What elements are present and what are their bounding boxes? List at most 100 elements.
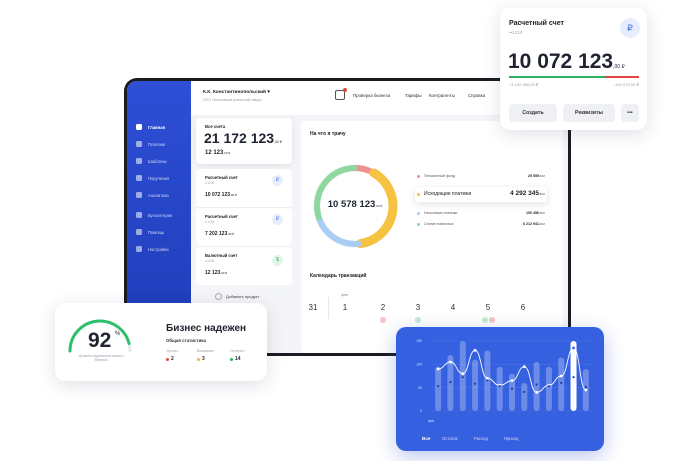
calendar-day[interactable]: 1 [337, 303, 353, 312]
add-icon[interactable] [215, 293, 222, 300]
chart-point[interactable] [572, 346, 575, 350]
calendar-day[interactable]: 4 [445, 303, 461, 312]
amount-value: 10 072 123 [205, 192, 231, 198]
chart-point[interactable] [572, 376, 575, 379]
calendar-day[interactable]: 5 [480, 303, 496, 312]
amount-cents: ,00 $ [220, 271, 227, 275]
account-item[interactable]: Расчетный счет ••1234 7 202 123,00 ₽ ₽ [196, 208, 292, 246]
nav-help[interactable]: Справка [468, 93, 485, 98]
chart-point[interactable] [436, 367, 440, 371]
chart-point[interactable] [510, 379, 514, 383]
sidebar-item-home[interactable]: Главная [136, 121, 165, 133]
chart-point[interactable] [449, 380, 452, 384]
create-button[interactable]: Создать [509, 104, 557, 122]
chart-point[interactable] [461, 376, 464, 379]
chart-bars [435, 341, 589, 411]
calendar-strip: фев 31 1 2 3 4 5 6 [301, 121, 563, 353]
chart-tab-expense[interactable]: Расход [474, 436, 488, 441]
chart-point[interactable] [523, 390, 526, 393]
all-accounts-sub-amount: 12 123,00 $ [205, 150, 230, 156]
chart-point[interactable] [486, 379, 489, 382]
chart-point[interactable] [584, 388, 588, 392]
gear-icon [136, 246, 142, 252]
account-popup-title: Расчетный счет [509, 20, 564, 27]
chart-tab-all[interactable]: Все [422, 436, 430, 441]
gauge-caption: Уровень надежности вашего бизнеса [78, 354, 124, 363]
chart-bar[interactable] [533, 362, 540, 411]
stat-value: 3 [202, 356, 205, 362]
sidebar-item-settings[interactable]: Настройки [136, 243, 169, 255]
amount-value: 21 172 123 [204, 130, 275, 146]
chart-point[interactable] [559, 374, 563, 378]
all-accounts-card[interactable]: Все счета 21 172 123,00 ₽ 12 123,00 $ [196, 118, 292, 164]
chart-point[interactable] [535, 390, 539, 394]
sidebar-item-orders[interactable]: Поручения [136, 172, 169, 184]
chart-tab-balance[interactable]: Остаток [442, 436, 458, 441]
sidebar-item-accounting[interactable]: Бухгалтерия [136, 209, 172, 221]
requisites-button[interactable]: Реквизиты [563, 104, 615, 122]
sidebar-item-templates[interactable]: Шаблоны [136, 155, 167, 167]
chart-point[interactable] [461, 372, 465, 376]
warning-dot [197, 358, 200, 361]
user-menu[interactable]: К.К. Константинопольский ▾ [203, 90, 270, 95]
nav-counterparties[interactable]: Контрагенты [429, 93, 455, 98]
amount-cents: ,00 ₽ [227, 232, 235, 236]
chart-bar[interactable] [459, 341, 466, 411]
account-amount: 7 202 123,00 ₽ [205, 231, 234, 237]
sidebar-item-analytics[interactable]: Аналитика [136, 189, 169, 201]
chart-bar[interactable] [472, 359, 479, 411]
income-value: +1 100 456,00 ₽ [509, 82, 539, 87]
company-name: ООО «Московский розничный завод» [203, 98, 263, 102]
divider [328, 297, 329, 319]
chart-point[interactable] [510, 387, 514, 390]
chart-bar[interactable] [545, 366, 552, 411]
calendar-day[interactable]: 6 [515, 303, 531, 312]
account-item[interactable]: Валютный счет ••1234 12 123,00 $ $ [196, 247, 292, 285]
amount-value: 10 072 123 [508, 50, 614, 73]
outgoing-marker-icon [489, 317, 495, 323]
sidebar-item-help[interactable]: Помощь [136, 226, 164, 238]
chart-point[interactable] [535, 383, 538, 386]
calendar-day[interactable]: 3 [410, 303, 426, 312]
ledger-icon [136, 212, 142, 218]
chart-point[interactable] [522, 365, 526, 369]
more-icon[interactable]: ••• [621, 104, 639, 122]
chart-point[interactable] [473, 348, 477, 352]
chart-point[interactable] [584, 385, 587, 389]
outcome-value: -342 673,00 ₽ [613, 82, 639, 87]
calendar-day[interactable]: 31 [305, 303, 321, 312]
chart-tab-income[interactable]: Приход [504, 436, 518, 441]
chart-point[interactable] [485, 376, 489, 380]
sidebar-item-label: Платежи [148, 141, 165, 147]
chart-point[interactable] [560, 381, 563, 384]
sidebar-item-payments[interactable]: Платежи [136, 138, 165, 150]
amount-value: 12 123 [205, 270, 221, 276]
outgoing-marker-icon [380, 317, 386, 323]
calendar-day[interactable]: 2 [375, 303, 391, 312]
chart-bar[interactable] [509, 373, 515, 411]
chart-point[interactable] [437, 385, 440, 388]
chart-bar[interactable] [570, 341, 577, 411]
chart-point[interactable] [498, 385, 501, 388]
nav-tariffs[interactable]: Тарифы [405, 93, 422, 98]
stat-value: 2 [171, 356, 174, 362]
chart-icon [136, 192, 142, 198]
sidebar-item-label: Шаблоны [148, 158, 167, 164]
chart-bar[interactable] [521, 383, 528, 411]
chart-bar[interactable] [435, 366, 442, 411]
nav-business-check[interactable]: Проверка бизнеса [353, 93, 390, 98]
chart-bar[interactable] [496, 366, 503, 411]
chart-point[interactable] [547, 385, 551, 388]
stat-label: Угрозы [166, 349, 178, 353]
account-popup-card: Расчетный счет ••1234 ₽ 10 072 123,00 ₽ … [500, 8, 647, 130]
account-item[interactable]: Расчетный счет ••1234 10 072 123,00 ₽ ₽ [196, 169, 292, 207]
chart-bar[interactable] [558, 357, 565, 411]
chart-point[interactable] [449, 360, 452, 364]
amount-cents: ,00 ₽ [274, 140, 283, 144]
amount-cents: ,00 $ [223, 151, 231, 155]
help-icon [136, 229, 142, 235]
y-tick-label: 0 [420, 409, 422, 413]
health-title: Бизнес надежен [166, 323, 247, 334]
add-product-link[interactable]: Добавить продукт [226, 294, 259, 299]
chart-point[interactable] [473, 382, 477, 385]
